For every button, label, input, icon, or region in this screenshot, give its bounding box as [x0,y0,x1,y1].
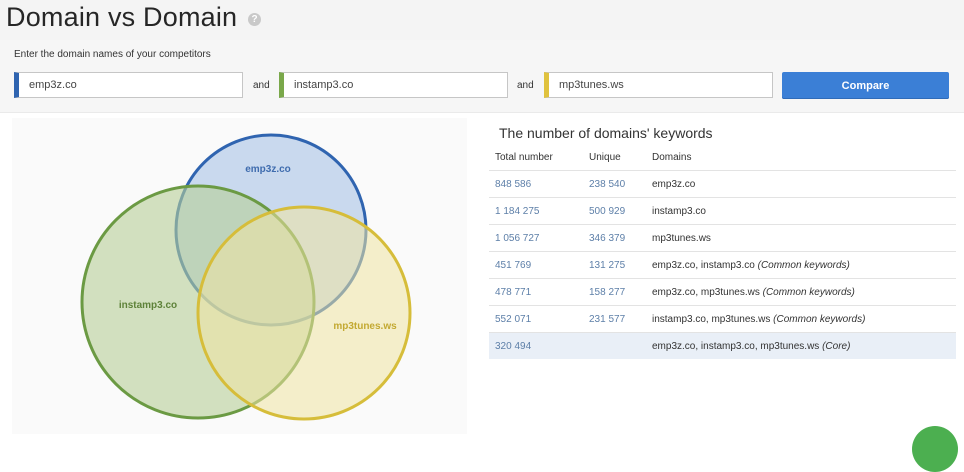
cell-unique[interactable]: 238 540 [589,179,625,190]
cell-total[interactable]: 1 056 727 [495,233,540,244]
cell-total[interactable]: 451 769 [495,260,531,271]
compare-button[interactable]: Compare [782,72,949,99]
table-row[interactable]: 1 184 275 500 929 instamp3.co [489,197,956,224]
cell-domains: emp3z.co, instamp3.co (Common keywords) [652,260,850,271]
column-header-unique: Unique [589,152,621,163]
cell-domains: emp3z.co, instamp3.co, mp3tunes.ws (Core… [652,341,850,352]
cell-unique[interactable]: 131 275 [589,260,625,271]
table-title: The number of domains' keywords [499,125,713,141]
cell-note: (Common keywords) [762,287,855,298]
table-row[interactable]: 848 586 238 540 emp3z.co [489,170,956,197]
form-label: Enter the domain names of your competito… [14,49,211,60]
page-title: Domain vs Domain [6,2,238,32]
cell-domains: emp3z.co, mp3tunes.ws (Common keywords) [652,287,855,298]
domain-input-1[interactable] [14,72,243,98]
keywords-table: 848 586 238 540 emp3z.co 1 184 275 500 9… [489,170,956,359]
cell-total[interactable]: 478 771 [495,287,531,298]
floating-action-button[interactable] [912,426,958,472]
cell-unique[interactable]: 346 379 [589,233,625,244]
cell-domains-text: instamp3.co [652,206,706,217]
cell-note: (Common keywords) [773,314,866,325]
cell-total[interactable]: 848 586 [495,179,531,190]
domain-input-2[interactable] [279,72,508,98]
domain-input-3[interactable] [544,72,773,98]
cell-domains-text: emp3z.co, mp3tunes.ws [652,287,760,298]
venn-label-emp3z: emp3z.co [245,164,291,175]
cell-total[interactable]: 552 071 [495,314,531,325]
help-icon[interactable]: ? [248,13,261,26]
and-label-2: and [517,80,534,91]
column-header-domains: Domains [652,152,692,163]
cell-note: (Common keywords) [757,260,850,271]
table-row[interactable]: 451 769 131 275 emp3z.co, instamp3.co (C… [489,251,956,278]
cell-total[interactable]: 320 494 [495,341,531,352]
cell-domains: instamp3.co [652,206,706,217]
and-label-1: and [253,80,270,91]
table-row[interactable]: 478 771 158 277 emp3z.co, mp3tunes.ws (C… [489,278,956,305]
cell-domains-text: emp3z.co, instamp3.co, mp3tunes.ws [652,341,820,352]
venn-panel: emp3z.co instamp3.co mp3tunes.ws [12,118,467,434]
table-row[interactable]: 1 056 727 346 379 mp3tunes.ws [489,224,956,251]
cell-unique[interactable]: 231 577 [589,314,625,325]
cell-unique[interactable]: 158 277 [589,287,625,298]
cell-domains-text: mp3tunes.ws [652,233,711,244]
column-header-total: Total number [495,152,553,163]
cell-domains: instamp3.co, mp3tunes.ws (Common keyword… [652,314,865,325]
venn-label-mp3tunes: mp3tunes.ws [333,321,397,332]
cell-domains: mp3tunes.ws [652,233,711,244]
cell-total[interactable]: 1 184 275 [495,206,540,217]
cell-unique[interactable]: 500 929 [589,206,625,217]
cell-domains: emp3z.co [652,179,695,190]
cell-domains-text: emp3z.co [652,179,696,190]
venn-diagram: emp3z.co instamp3.co mp3tunes.ws [80,133,412,421]
table-row-core[interactable]: 320 494 emp3z.co, instamp3.co, mp3tunes.… [489,332,956,359]
table-row[interactable]: 552 071 231 577 instamp3.co, mp3tunes.ws… [489,305,956,332]
cell-note: (Core) [822,341,851,352]
cell-domains-text: emp3z.co, instamp3.co [652,260,755,271]
venn-circle-mp3tunes [196,205,412,421]
venn-label-instamp3: instamp3.co [119,300,177,311]
cell-domains-text: instamp3.co, mp3tunes.ws [652,314,771,325]
